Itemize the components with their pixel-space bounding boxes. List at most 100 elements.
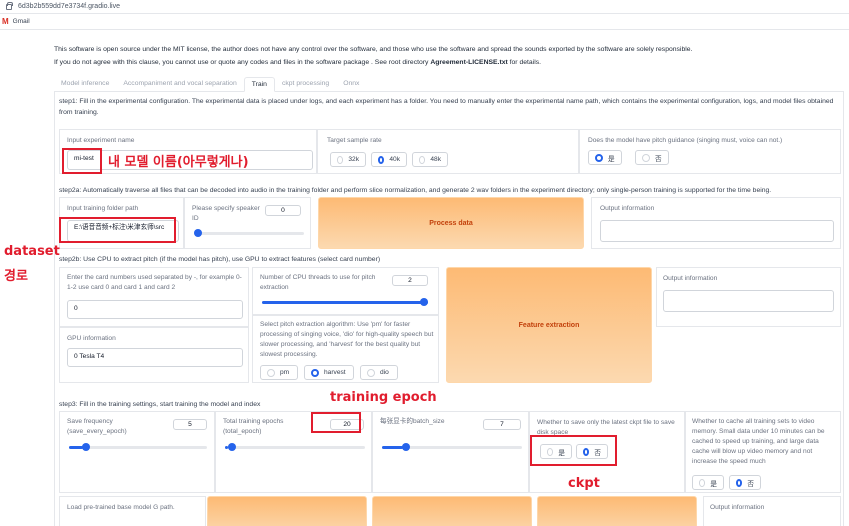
pretrained-g-box: Load pre-trained base model G path. [59,496,206,526]
slider-fill [262,301,428,304]
save-frequency-slider[interactable] [69,443,207,451]
cache-option-yes[interactable]: 是 [692,475,724,490]
card-numbers-label: Enter the card numbers used separated by… [67,274,242,291]
train-button-3[interactable] [537,496,697,526]
tab-vocal-separation[interactable]: Accompaniment and vocal separation [116,77,243,92]
slider-handle[interactable] [194,229,202,237]
speaker-id-box: Please specify speaker ID 0 [184,197,311,249]
radio-icon [642,153,650,162]
algo-option-harvest[interactable]: harvest [304,365,354,380]
save-frequency-box: Save frequency (save_every_epoch) 5 [59,411,215,493]
sr-option-32k[interactable]: 32k [330,152,366,167]
step2b-output-label: Output information [663,275,718,282]
step3-output-label: Output information [710,504,765,511]
bookmark-gmail[interactable]: Gmail [13,18,30,25]
slider-handle[interactable] [227,443,236,451]
tab-ckpt-processing[interactable]: ckpt processing [275,77,336,92]
step1-text: step1: Fill in the experimental configur… [59,98,834,116]
cache-gpu-label: Whether to cache all training sets to vi… [692,418,825,465]
algo-option-dio[interactable]: dio [360,365,398,380]
gpu-info-label: GPU information [67,335,116,342]
save-frequency-number[interactable]: 5 [173,419,207,430]
pretrained-g-label: Load pre-trained base model G path. [67,504,175,511]
radio-icon [367,368,375,377]
train-button-1[interactable] [207,496,367,526]
step2b-output-field[interactable] [663,290,834,312]
pitch-guidance-box: Does the model have pitch guidance (sing… [579,129,841,174]
gpu-info-field: 0 Tesla T4 [67,348,243,367]
cpu-threads-slider[interactable] [262,298,428,306]
tab-bar: Model inference Accompaniment and vocal … [54,77,844,92]
radio-icon [337,155,344,164]
step3-output-box: Output information [703,496,841,526]
license-line-1: This software is open source under the M… [54,46,693,53]
batch-size-number[interactable]: 7 [483,419,521,430]
annotation-model-name: 내 모델 이름(아무렇게나) [108,155,249,170]
sr-option-40k[interactable]: 40k [371,152,407,167]
slider-handle[interactable] [82,443,90,451]
pitch-guidance-label: Does the model have pitch guidance (sing… [588,137,783,144]
highlight-save-latest [530,435,617,466]
radio-icon [267,368,275,377]
step2a-text: step2a: Automatically traverse all files… [59,187,772,194]
url-text[interactable]: 6d3b2b559dd7e3734f.gradio.live [18,3,120,10]
sr-option-48k[interactable]: 48k [412,152,448,167]
bookmarks-bar: M Gmail [0,14,849,30]
batch-size-slider[interactable] [382,443,522,451]
radio-icon [419,155,426,164]
train-button-2[interactable] [372,496,532,526]
batch-size-label: 每张显卡的batch_size [380,418,445,425]
step3-text: step3: Fill in the training settings, st… [59,401,261,408]
slider-handle[interactable] [401,443,410,451]
cpu-threads-box: Number of CPU threads to use for pitch e… [252,267,439,315]
pitch-algo-label: Select pitch extraction algorithm: Use '… [260,321,434,358]
feature-extraction-button[interactable]: Feature extraction [446,267,652,383]
slider-fill [69,446,83,449]
radio-selected-icon [378,155,385,164]
highlight-dataset-path [59,217,176,243]
cache-option-no[interactable]: 否 [729,475,761,490]
total-epochs-slider[interactable] [225,443,365,451]
license-file-name: Agreement-LICENSE.txt [430,59,508,66]
pitch-algo-box: Select pitch extraction algorithm: Use '… [252,315,439,383]
training-folder-label: Input training folder path [67,205,139,212]
annotation-training-epoch: training epoch [330,390,437,405]
highlight-exp-name [62,148,102,174]
lock-icon [6,1,13,10]
radio-selected-icon [736,478,743,487]
radio-selected-icon [311,368,319,377]
card-numbers-box: Enter the card numbers used separated by… [59,267,249,327]
process-data-button[interactable]: Process data [318,197,584,249]
exp-name-label: Input experiment name [67,137,135,144]
batch-size-box: 每张显卡的batch_size 7 [372,411,529,493]
highlight-total-epochs [311,412,361,433]
tab-train[interactable]: Train [243,77,275,92]
gpu-info-box: GPU information 0 Tesla T4 [59,327,249,383]
license-line-2: If you do not agree with this clause, yo… [54,59,541,66]
annotation-path: 경로 [4,269,28,284]
step2a-output-field[interactable] [600,220,834,242]
slider-fill [382,446,403,449]
step2b-text: step2b: Use CPU to extract pitch (if the… [59,256,381,263]
speaker-id-slider[interactable] [194,229,304,237]
annotation-ckpt: ckpt [568,476,600,491]
gmail-icon[interactable]: M [2,17,9,26]
pitch-option-no[interactable]: 否 [635,150,669,165]
cpu-threads-label: Number of CPU threads to use for pitch e… [260,274,376,291]
cache-gpu-box: Whether to cache all training sets to vi… [685,411,841,493]
address-bar[interactable]: 6d3b2b559dd7e3734f.gradio.live [0,0,849,14]
pitch-option-yes[interactable]: 是 [588,150,622,165]
speaker-id-label: Please specify speaker ID [192,205,260,222]
step2a-output-box: Output information [591,197,841,249]
speaker-id-number[interactable]: 0 [265,205,301,216]
annotation-dataset: dataset [4,244,60,259]
algo-option-pm[interactable]: pm [260,365,298,380]
step2b-output-box: Output information [656,267,841,327]
cpu-threads-number[interactable]: 2 [392,275,428,286]
card-numbers-input[interactable]: 0 [67,300,243,319]
step2a-output-label: Output information [600,205,655,212]
tab-model-inference[interactable]: Model inference [54,77,116,92]
slider-handle[interactable] [420,298,428,306]
total-epochs-label: Total training epochs (total_epoch) [223,418,284,435]
tab-onnx[interactable]: Onnx [336,77,366,92]
